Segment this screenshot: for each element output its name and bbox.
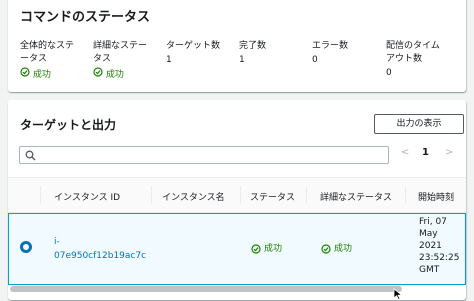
stat-label: 全体的なステータス <box>20 41 75 64</box>
stat-overall-status: 全体的なステータス 成功 <box>20 40 82 82</box>
column-divider <box>240 186 241 204</box>
stat-label: 完了数 <box>239 41 267 51</box>
column-start-time[interactable]: 開始時刻 <box>418 190 454 203</box>
search-icon <box>25 150 36 161</box>
stat-completed-count: 完了数 1 <box>239 40 299 67</box>
column-instance-id[interactable]: インスタンス ID <box>54 190 120 203</box>
success-check-icon <box>93 67 103 77</box>
targets-output-panel: ターゲットと出力 出力の表示 < 1 > インスタンス ID インスタンス名 ス… <box>8 100 466 300</box>
start-time-cell: Fri, 07 May 2021 23:52:25 GMT <box>419 217 460 275</box>
mouse-pointer-icon <box>393 288 403 300</box>
stat-label: 配信のタイムアウト数 <box>386 41 440 64</box>
detailed-status-cell: 成功 <box>321 243 352 255</box>
column-instance-name[interactable]: インスタンス名 <box>162 190 225 203</box>
column-divider <box>151 186 152 204</box>
stat-target-count: ターゲット数 1 <box>166 40 232 67</box>
stat-value: 成功 <box>93 67 155 82</box>
success-check-icon <box>251 244 261 254</box>
column-divider <box>306 186 307 204</box>
stat-detailed-status: 詳細なステータス 成功 <box>93 40 155 82</box>
stat-delivery-timeout-count: 配信のタイムアウト数 0 <box>386 40 448 80</box>
table-header: インスタンス ID インスタンス名 ステータス 詳細なステータス 開始時刻 <box>8 177 466 213</box>
stat-value: 0 <box>312 55 318 65</box>
command-status-title: コマンドのステータス <box>20 10 151 25</box>
column-divider <box>405 186 406 204</box>
stat-label: ターゲット数 <box>166 41 221 51</box>
next-page-button[interactable]: > <box>445 147 453 158</box>
stat-value: 1 <box>166 55 172 65</box>
stat-label: エラー数 <box>312 41 349 51</box>
view-output-button[interactable]: 出力の表示 <box>374 114 464 134</box>
stat-value: 成功 <box>20 67 82 82</box>
row-select-radio[interactable] <box>20 241 32 253</box>
status-cell: 成功 <box>251 243 282 255</box>
column-divider <box>40 186 41 204</box>
stat-value: 0 <box>386 68 392 78</box>
column-detailed-status[interactable]: 詳細なステータス <box>320 190 392 203</box>
success-check-icon <box>321 244 331 254</box>
stat-error-count: エラー数 0 <box>312 40 372 67</box>
command-status-panel: コマンドのステータス 全体的なステータス 成功 詳細なステータス 成功 ターゲッ… <box>8 0 466 92</box>
current-page-number[interactable]: 1 <box>422 147 429 158</box>
previous-page-button[interactable]: < <box>401 147 409 158</box>
horizontal-scrollbar[interactable] <box>10 286 402 292</box>
search-input[interactable] <box>19 146 389 164</box>
instance-id-link[interactable]: i- 07e950cf12b19ac7c <box>54 236 154 262</box>
stat-label: 詳細なステータス <box>93 41 148 64</box>
stat-value: 1 <box>239 55 245 65</box>
table-row[interactable]: i- 07e950cf12b19ac7c 成功 成功 Fri, 07 May 2… <box>8 213 466 285</box>
targets-output-title: ターゲットと出力 <box>20 118 117 132</box>
column-status[interactable]: ステータス <box>250 190 295 203</box>
success-check-icon <box>20 67 30 77</box>
